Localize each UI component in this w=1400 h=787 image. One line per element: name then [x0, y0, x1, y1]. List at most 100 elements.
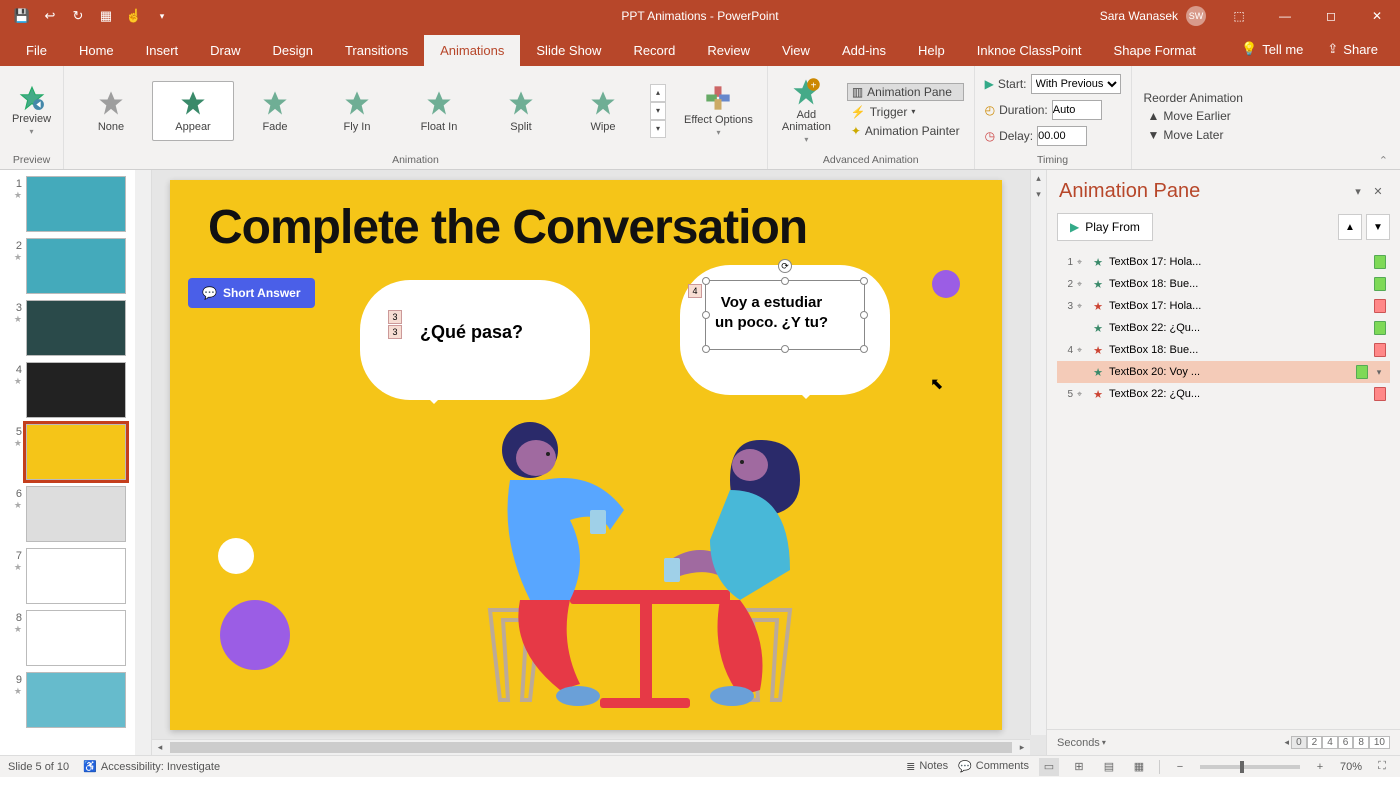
- tab-draw[interactable]: Draw: [194, 35, 256, 66]
- slideshow-icon[interactable]: ▦: [92, 2, 120, 30]
- resize-handle[interactable]: [860, 277, 868, 285]
- collapse-ribbon-icon[interactable]: ⌃: [1379, 154, 1388, 167]
- notes-button[interactable]: ≣Notes: [906, 760, 948, 773]
- zoom-slider[interactable]: [1200, 765, 1300, 769]
- animation-tag-4[interactable]: 4: [688, 284, 702, 298]
- tab-record[interactable]: Record: [617, 35, 691, 66]
- bubble-text-left[interactable]: ¿Qué pasa?: [420, 322, 523, 343]
- effect-fly-in[interactable]: Fly In: [316, 81, 398, 141]
- scroll-down-icon[interactable]: ▾: [1031, 186, 1046, 202]
- timeline-tick[interactable]: 2: [1307, 736, 1323, 749]
- decor-circle[interactable]: [220, 600, 290, 670]
- timing-bar[interactable]: [1374, 299, 1386, 313]
- effect-appear[interactable]: Appear: [152, 81, 234, 141]
- tab-animations[interactable]: Animations: [424, 35, 520, 66]
- normal-view-icon[interactable]: ▭: [1039, 758, 1059, 776]
- tab-help[interactable]: Help: [902, 35, 961, 66]
- tab-transitions[interactable]: Transitions: [329, 35, 424, 66]
- zoom-level[interactable]: 70%: [1340, 761, 1362, 773]
- item-menu-icon[interactable]: ▾: [1372, 367, 1386, 378]
- decor-circle[interactable]: [218, 538, 254, 574]
- thumbs-scrollbar[interactable]: [135, 170, 151, 755]
- animation-item[interactable]: 1⌖★TextBox 17: Hola...: [1057, 251, 1390, 273]
- timing-bar[interactable]: [1374, 321, 1386, 335]
- gallery-more-icon[interactable]: ▾: [650, 120, 666, 138]
- gallery-up-icon[interactable]: ▴: [650, 84, 666, 102]
- resize-handle[interactable]: [702, 311, 710, 319]
- pane-close-icon[interactable]: ✕: [1368, 182, 1388, 202]
- slide-thumb-2[interactable]: [26, 238, 126, 294]
- animation-item[interactable]: ★TextBox 22: ¿Qu...: [1057, 317, 1390, 339]
- effect-split[interactable]: Split: [480, 81, 562, 141]
- comments-button[interactable]: 💬Comments: [958, 760, 1029, 773]
- slide-thumb-8[interactable]: [26, 610, 126, 666]
- resize-handle[interactable]: [860, 345, 868, 353]
- share-button[interactable]: ⇪ Share: [1315, 41, 1390, 57]
- animation-painter-button[interactable]: ✦ Animation Painter: [847, 123, 964, 139]
- scroll-left-icon[interactable]: ◂: [152, 740, 168, 755]
- timing-bar[interactable]: [1374, 387, 1386, 401]
- tab-review[interactable]: Review: [691, 35, 766, 66]
- delay-input[interactable]: [1037, 126, 1087, 146]
- resize-handle[interactable]: [702, 277, 710, 285]
- move-down-button[interactable]: ▼: [1366, 214, 1390, 240]
- minimize-icon[interactable]: —: [1262, 0, 1308, 32]
- slide-thumb-5[interactable]: [26, 424, 126, 480]
- save-icon[interactable]: 💾: [8, 2, 36, 30]
- animation-item[interactable]: ★TextBox 20: Voy ...▾: [1057, 361, 1390, 383]
- touch-icon[interactable]: ☝: [120, 2, 148, 30]
- rotate-handle-icon[interactable]: ⟳: [778, 259, 792, 273]
- accessibility-status[interactable]: ♿ Accessibility: Investigate: [83, 760, 220, 773]
- pane-options-icon[interactable]: ▾: [1348, 182, 1368, 202]
- tab-file[interactable]: File: [10, 35, 63, 66]
- slide-thumb-3[interactable]: [26, 300, 126, 356]
- tab-design[interactable]: Design: [257, 35, 329, 66]
- gallery-down-icon[interactable]: ▾: [650, 102, 666, 120]
- slide-thumb-9[interactable]: [26, 672, 126, 728]
- tab-insert[interactable]: Insert: [130, 35, 195, 66]
- effect-wipe[interactable]: Wipe: [562, 81, 644, 141]
- animation-item[interactable]: 4⌖★TextBox 18: Bue...: [1057, 339, 1390, 361]
- qat-more-icon[interactable]: ▾: [148, 2, 176, 30]
- effect-options-button[interactable]: Effect Options ▾: [676, 80, 761, 141]
- animation-item[interactable]: 5⌖★TextBox 22: ¿Qu...: [1057, 383, 1390, 405]
- slide-thumb-6[interactable]: [26, 486, 126, 542]
- maximize-icon[interactable]: ◻: [1308, 0, 1354, 32]
- slide-counter[interactable]: Slide 5 of 10: [8, 761, 69, 773]
- selection-box[interactable]: ⟳: [705, 280, 865, 350]
- duration-input[interactable]: [1052, 100, 1102, 120]
- timing-bar[interactable]: [1374, 277, 1386, 291]
- people-illustration[interactable]: [430, 410, 850, 720]
- tab-inknoe-classpoint[interactable]: Inknoe ClassPoint: [961, 35, 1098, 66]
- sorter-view-icon[interactable]: ⊞: [1069, 758, 1089, 776]
- slide-thumb-4[interactable]: [26, 362, 126, 418]
- slide-title[interactable]: Complete the Conversation: [208, 200, 807, 255]
- timeline-tick[interactable]: 4: [1322, 736, 1338, 749]
- resize-handle[interactable]: [860, 311, 868, 319]
- user-account[interactable]: Sara Wanasek SW: [1090, 6, 1216, 26]
- redo-icon[interactable]: ↻: [64, 2, 92, 30]
- animation-item[interactable]: 3⌖★TextBox 17: Hola...: [1057, 295, 1390, 317]
- timeline-left-icon[interactable]: ◂: [1283, 737, 1292, 748]
- resize-handle[interactable]: [781, 345, 789, 353]
- move-up-button[interactable]: ▲: [1338, 214, 1362, 240]
- slideshow-view-icon[interactable]: ▦: [1129, 758, 1149, 776]
- preview-button[interactable]: Preview ▾: [4, 79, 59, 142]
- scroll-right-icon[interactable]: ▸: [1014, 740, 1030, 755]
- tab-add-ins[interactable]: Add-ins: [826, 35, 902, 66]
- tab-view[interactable]: View: [766, 35, 826, 66]
- horizontal-scrollbar[interactable]: ◂ ▸: [152, 739, 1030, 755]
- timeline-tick[interactable]: 6: [1338, 736, 1354, 749]
- slide-thumb-1[interactable]: [26, 176, 126, 232]
- effect-float-in[interactable]: Float In: [398, 81, 480, 141]
- resize-handle[interactable]: [781, 277, 789, 285]
- zoom-in-icon[interactable]: +: [1310, 758, 1330, 776]
- timing-bar[interactable]: [1374, 255, 1386, 269]
- decor-circle[interactable]: [932, 270, 960, 298]
- timeline-tick[interactable]: 8: [1353, 736, 1369, 749]
- slide-thumb-7[interactable]: [26, 548, 126, 604]
- seconds-label[interactable]: Seconds: [1057, 737, 1100, 749]
- animation-tag-3[interactable]: 3 3: [388, 310, 402, 340]
- animation-item[interactable]: 2⌖★TextBox 18: Bue...: [1057, 273, 1390, 295]
- add-animation-button[interactable]: + Add Animation ▾: [774, 73, 839, 148]
